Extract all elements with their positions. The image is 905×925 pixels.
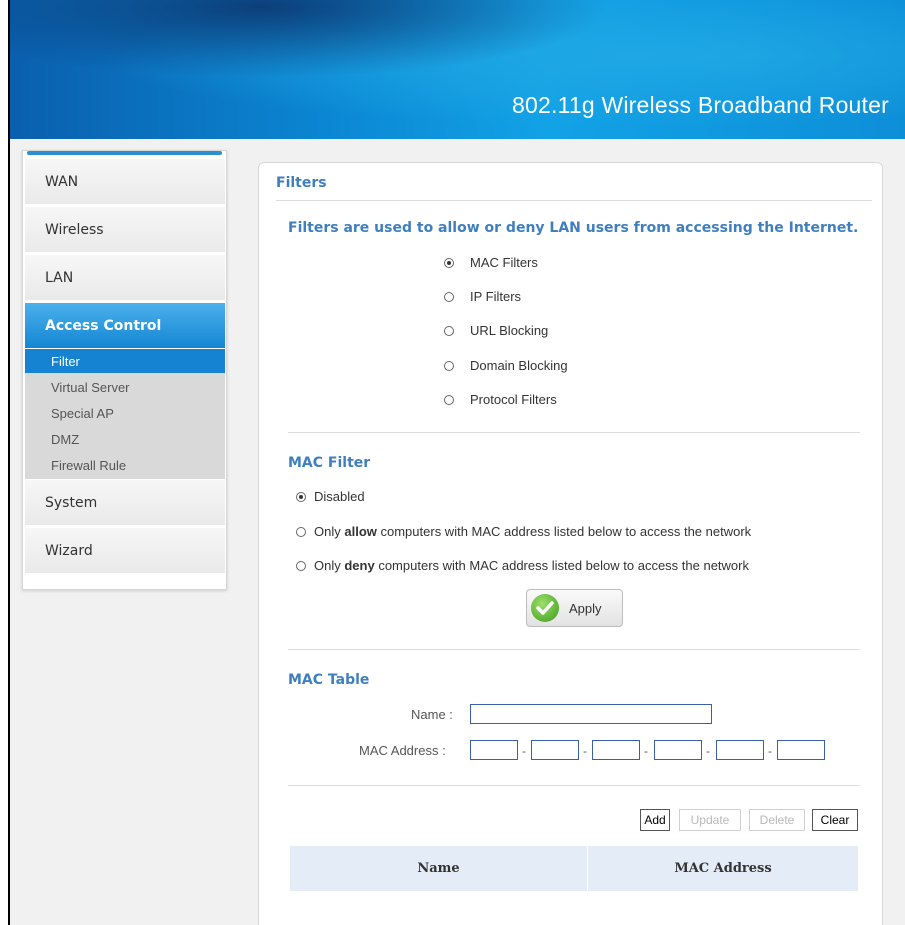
apply-label: Apply — [569, 601, 602, 616]
filters-description: Filters are used to allow or deny LAN us… — [288, 220, 859, 236]
option-label: URL Blocking — [470, 323, 549, 338]
column-header-mac-address: MAC Address — [674, 861, 772, 876]
radio-mac-filter-deny[interactable] — [296, 561, 306, 571]
mac-separator: - — [522, 744, 526, 758]
mac-octet-2-input[interactable] — [531, 740, 579, 760]
divider — [288, 785, 860, 786]
sidebar-item-wireless[interactable]: Wireless — [25, 207, 225, 253]
mac-separator: - — [644, 744, 648, 758]
mac-filter-disabled-label: Disabled — [314, 489, 365, 504]
option-label: Domain Blocking — [470, 358, 568, 373]
checkmark-icon — [531, 594, 559, 622]
sidebar-subitem-virtual-server[interactable]: Virtual Server — [25, 375, 225, 399]
delete-button[interactable]: Delete — [749, 809, 805, 831]
sidebar-item-lan[interactable]: LAN — [25, 255, 225, 301]
divider — [288, 432, 860, 433]
mac-table-title: MAC Table — [288, 672, 370, 688]
text: computers with MAC address listed below … — [378, 558, 749, 573]
option-label: Protocol Filters — [470, 392, 557, 407]
radio-domain-blocking[interactable] — [444, 361, 454, 371]
sidebar-accent-line — [27, 151, 222, 155]
sidebar-item-wizard[interactable]: Wizard — [25, 528, 225, 574]
mac-octet-6-input[interactable] — [777, 740, 825, 760]
text-bold: allow — [344, 524, 377, 539]
mac-separator: - — [768, 744, 772, 758]
sidebar: WAN Wireless LAN Access Control Filter V… — [22, 150, 227, 590]
mac-separator: - — [706, 744, 710, 758]
sidebar-subitem-filter[interactable]: Filter — [25, 349, 225, 373]
radio-url-blocking[interactable] — [444, 326, 454, 336]
sidebar-item-system[interactable]: System — [25, 480, 225, 526]
apply-button[interactable]: Apply — [526, 589, 623, 627]
option-label: MAC Filters — [470, 255, 538, 270]
sidebar-subitem-special-ap[interactable]: Special AP — [25, 401, 225, 425]
mac-octet-3-input[interactable] — [592, 740, 640, 760]
sidebar-subitem-dmz[interactable]: DMZ — [25, 427, 225, 451]
name-input[interactable] — [470, 704, 712, 724]
text: Only — [314, 524, 341, 539]
sidebar-item-access-control[interactable]: Access Control — [25, 303, 225, 349]
sidebar-item-wan[interactable]: WAN — [25, 159, 225, 205]
mac-separator: - — [583, 744, 587, 758]
mac-octet-1-input[interactable] — [470, 740, 518, 760]
router-title: 802.11g Wireless Broadband Router — [512, 92, 889, 118]
mac-filter-title: MAC Filter — [288, 455, 371, 471]
clear-button[interactable]: Clear — [812, 809, 858, 831]
mac-octet-5-input[interactable] — [716, 740, 764, 760]
mac-address-label: MAC Address : — [359, 743, 446, 758]
sidebar-subitem-firewall-rule[interactable]: Firewall Rule — [25, 453, 225, 477]
option-label: IP Filters — [470, 289, 522, 304]
divider — [276, 200, 872, 201]
sidebar-subnav: Filter Virtual Server Special AP DMZ Fir… — [25, 349, 225, 479]
mac-filter-deny-label: Only deny computers with MAC address lis… — [314, 558, 749, 573]
radio-mac-filters[interactable] — [444, 258, 454, 268]
header-banner: 802.11g Wireless Broadband Router — [10, 0, 905, 139]
filters-title: Filters — [276, 175, 327, 191]
text-bold: deny — [344, 558, 375, 573]
text: computers with MAC address listed below … — [380, 524, 752, 539]
update-button[interactable]: Update — [679, 809, 741, 831]
mac-table-header: Name MAC Address — [290, 846, 858, 891]
radio-mac-filter-allow[interactable] — [296, 527, 306, 537]
name-label: Name : — [411, 707, 453, 722]
text: Only — [314, 558, 341, 573]
mac-filter-allow-label: Only allow computers with MAC address li… — [314, 524, 751, 539]
divider — [288, 649, 860, 650]
add-button[interactable]: Add — [640, 809, 670, 831]
mac-octet-4-input[interactable] — [654, 740, 702, 760]
radio-ip-filters[interactable] — [444, 292, 454, 302]
radio-protocol-filters[interactable] — [444, 395, 454, 405]
radio-mac-filter-disabled[interactable] — [296, 492, 306, 502]
column-header-name: Name — [417, 861, 460, 876]
